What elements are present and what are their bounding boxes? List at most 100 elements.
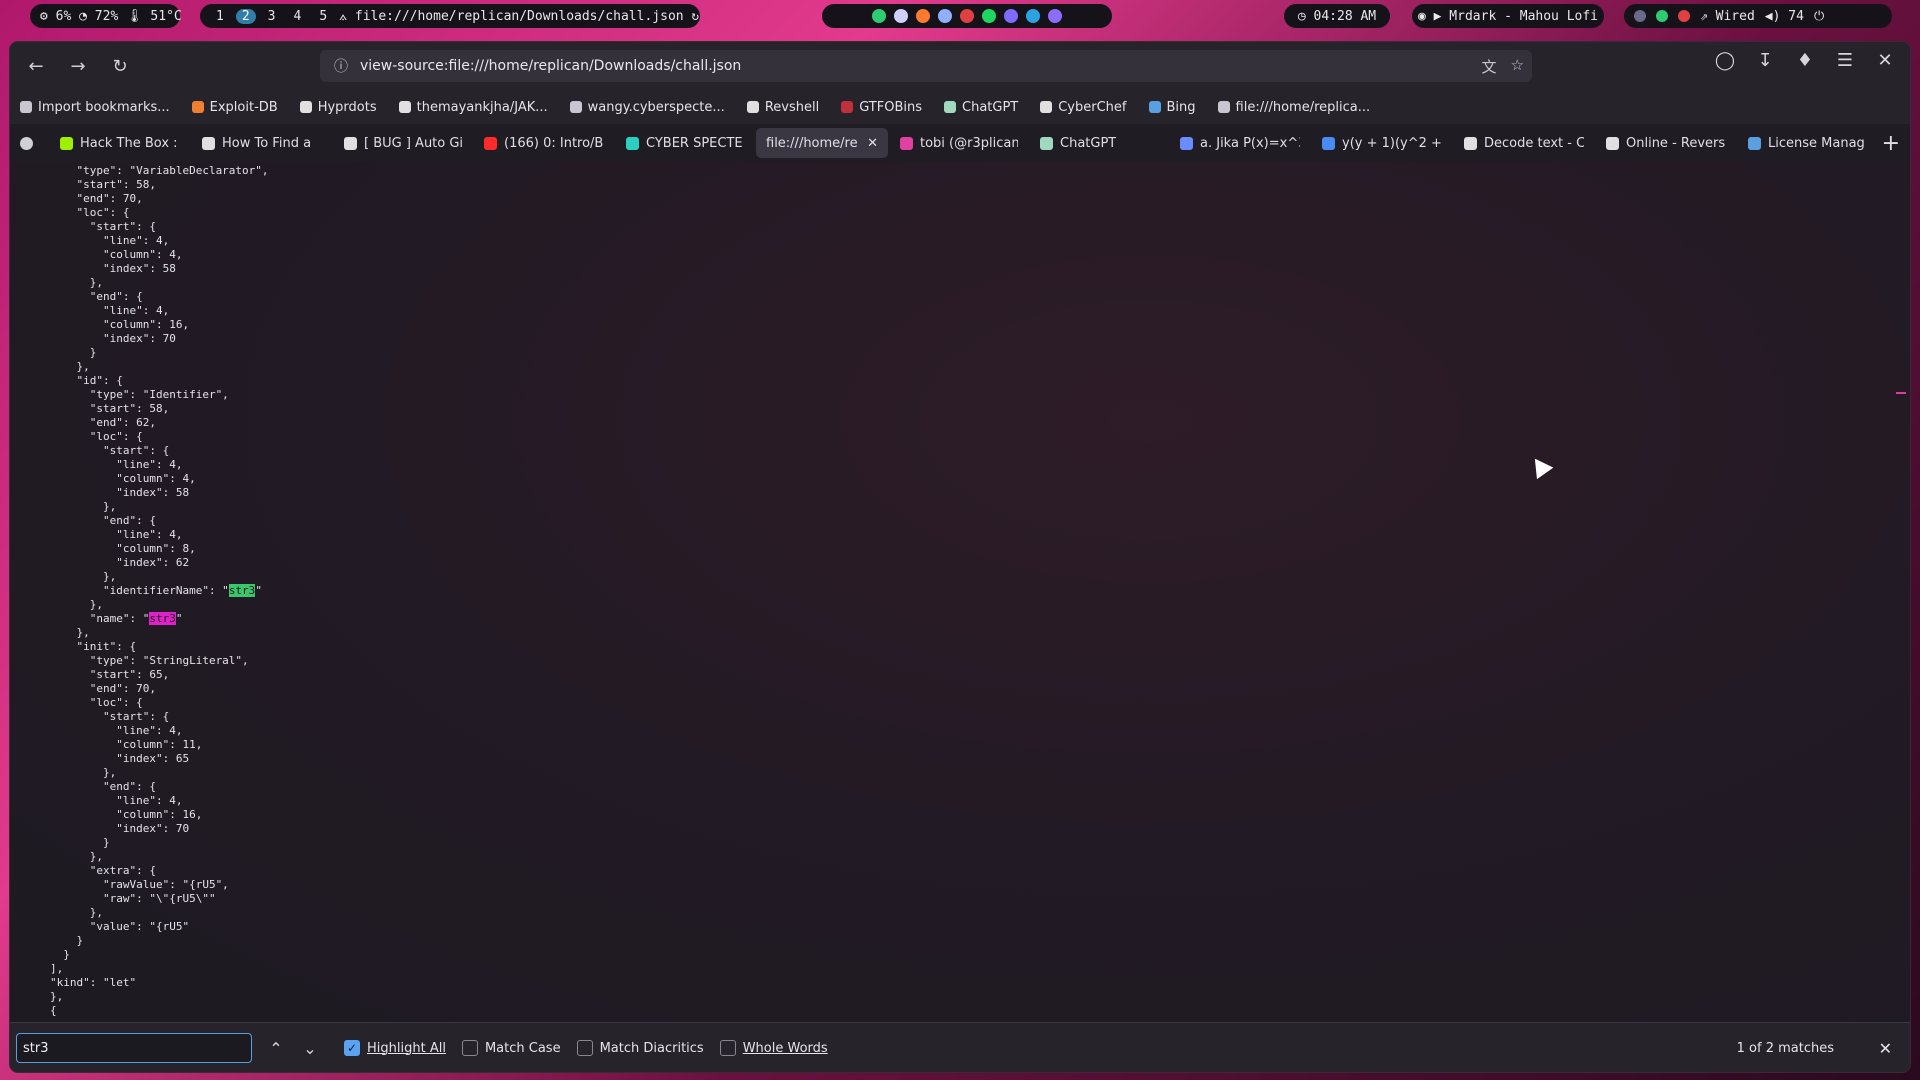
bookmark-label: ChatGPT bbox=[962, 99, 1019, 115]
tray-app-icon[interactable] bbox=[982, 9, 996, 23]
tab[interactable]: CYBER SPECTE bbox=[616, 128, 754, 158]
firefox-view-icon[interactable] bbox=[10, 128, 50, 158]
whole-words-checkbox[interactable]: Whole Words bbox=[719, 1040, 828, 1056]
bookmark-item[interactable]: file:///home/replica... bbox=[1217, 100, 1370, 115]
tab[interactable]: a. Jika P(x)=x^3 bbox=[1170, 128, 1310, 158]
code-line: "index": 65 bbox=[50, 752, 190, 765]
import-icon bbox=[20, 101, 32, 113]
workspace-1[interactable]: 1 bbox=[210, 9, 230, 24]
code-line: "init": { bbox=[50, 640, 137, 653]
bookmark-label: Exploit-DB bbox=[209, 99, 278, 115]
app-tray bbox=[822, 4, 1112, 28]
bookmark-item[interactable]: Revshell bbox=[746, 100, 819, 115]
forward-icon[interactable]: → bbox=[62, 50, 94, 82]
close-find-bar-icon[interactable]: ✕ bbox=[1879, 1039, 1892, 1058]
new-tab-icon[interactable]: + bbox=[1882, 131, 1900, 156]
power-icon[interactable]: ⏻ bbox=[1814, 9, 1824, 24]
code-line: "column": 16, bbox=[50, 318, 190, 331]
code-line: "end": { bbox=[50, 780, 156, 793]
match-case-checkbox[interactable]: Match Case bbox=[461, 1040, 561, 1056]
tray-app-icon[interactable] bbox=[1004, 9, 1018, 23]
url-bar[interactable]: ⓘ view-source:file:///home/replican/Down… bbox=[320, 50, 1532, 82]
code-line: }, bbox=[50, 500, 117, 513]
tray-app-icon[interactable] bbox=[960, 9, 974, 23]
tab[interactable]: tobi (@r3plican bbox=[890, 128, 1028, 158]
back-icon[interactable]: ← bbox=[20, 50, 52, 82]
code-line: "start": 65, bbox=[50, 668, 170, 681]
close-tab-icon[interactable]: ✕ bbox=[867, 136, 878, 151]
chatgpt-icon bbox=[944, 101, 956, 113]
tab[interactable]: [ BUG ] Auto Gi bbox=[334, 128, 472, 158]
code-line: "rawValue": "{rU5", bbox=[50, 878, 229, 891]
status-tray: ⇗ Wired ◀) 74 ⏻ bbox=[1624, 4, 1892, 28]
tab[interactable]: ChatGPT bbox=[1030, 128, 1168, 158]
bookmark-item[interactable]: Hyprdots bbox=[299, 99, 377, 115]
code-line: "type": "Identifier", bbox=[50, 388, 229, 401]
code-line: "start": { bbox=[50, 220, 156, 233]
notification-icon[interactable] bbox=[1678, 10, 1690, 22]
whole-words-label: Whole Words bbox=[742, 1040, 828, 1056]
bookmark-item[interactable]: Bing bbox=[1148, 100, 1196, 115]
bookmark-label: CyberChef bbox=[1058, 99, 1127, 115]
find-input[interactable] bbox=[16, 1033, 252, 1063]
workspace-2[interactable]: 2 bbox=[235, 8, 256, 24]
code-line: "index": 58 bbox=[50, 262, 176, 275]
tab[interactable]: (166) 0: Intro/B bbox=[474, 128, 614, 158]
code-line: "column": 4, bbox=[50, 472, 196, 485]
tab-label: ChatGPT bbox=[1060, 135, 1117, 151]
bookmark-item[interactable]: wangy.cyberspecte... bbox=[569, 100, 725, 115]
tab[interactable]: Hack The Box : bbox=[50, 128, 190, 158]
translate-icon[interactable]: 文 bbox=[1482, 56, 1497, 77]
find-next-icon[interactable]: ⌄ bbox=[296, 1039, 324, 1058]
whatsapp-icon[interactable] bbox=[1656, 10, 1668, 22]
code-line: }, bbox=[50, 570, 117, 583]
code-line: "column": 4, bbox=[50, 248, 183, 261]
bookmark-item[interactable]: Exploit-DB bbox=[191, 99, 278, 115]
tab[interactable]: y(y + 1)(y^2 + y bbox=[1312, 128, 1452, 158]
volume-status[interactable]: ◀) 74 bbox=[1765, 9, 1804, 24]
find-previous-icon[interactable]: ⌃ bbox=[262, 1039, 290, 1058]
tray-app-icon[interactable] bbox=[1026, 9, 1040, 23]
workspace-4[interactable]: 4 bbox=[287, 9, 307, 24]
match-diacritics-checkbox[interactable]: Match Diacritics bbox=[576, 1040, 704, 1056]
tray-app-icon[interactable] bbox=[894, 9, 908, 23]
bookmark-item[interactable]: themayankjha/JAK... bbox=[398, 100, 548, 115]
tab[interactable]: How To Find a bbox=[192, 128, 332, 158]
bookmark-star-icon[interactable]: ☆ bbox=[1511, 56, 1524, 77]
info-icon[interactable]: ⓘ bbox=[334, 56, 348, 76]
tray-app-icon[interactable] bbox=[916, 9, 930, 23]
tray-app-icon[interactable] bbox=[1048, 9, 1062, 23]
bookmark-item[interactable]: ChatGPT bbox=[944, 100, 1018, 115]
code-line: }, bbox=[50, 276, 103, 289]
bookmark-label: Hyprdots bbox=[317, 99, 377, 115]
tab[interactable]: Online - Revers bbox=[1596, 128, 1736, 158]
find-bar: ⌃ ⌄ ✓ Highlight All Match Case Match Dia… bbox=[10, 1022, 1910, 1072]
highlight-all-checkbox[interactable]: ✓ Highlight All bbox=[344, 1040, 446, 1056]
workspace-5[interactable]: 5 bbox=[313, 9, 333, 24]
tab-label: License Manag bbox=[1768, 135, 1865, 151]
code-line: "index": 58 bbox=[50, 486, 190, 499]
system-stats-text: ⚙ 6% ◔ 72% 🌡 51°C bbox=[40, 8, 182, 24]
network-status[interactable]: ⇗ Wired bbox=[1700, 9, 1755, 24]
bluetooth-icon[interactable] bbox=[1634, 10, 1646, 22]
reload-icon[interactable]: ↻ bbox=[104, 50, 136, 82]
tab-active[interactable]: file:///home/re ✕ bbox=[756, 128, 888, 158]
bookmark-item[interactable]: CyberChef bbox=[1040, 99, 1127, 115]
tray-app-icon[interactable] bbox=[872, 9, 886, 23]
download-icon[interactable]: ↧ bbox=[1754, 50, 1776, 71]
code-line: }, bbox=[50, 990, 64, 1003]
workspace-3[interactable]: 3 bbox=[262, 9, 282, 24]
music-player[interactable]: ◉ ▶ Mrdark - Mahou Lofi bbox=[1412, 4, 1604, 28]
checkbox-icon bbox=[461, 1040, 478, 1056]
tab[interactable]: License Manag bbox=[1738, 128, 1878, 158]
code-line: ], bbox=[50, 962, 64, 975]
tray-app-icon[interactable] bbox=[938, 9, 952, 23]
pocket-icon[interactable]: ◯ bbox=[1714, 50, 1736, 71]
checkbox-icon bbox=[576, 1040, 593, 1056]
tab[interactable]: Decode text - C bbox=[1454, 128, 1594, 158]
close-window-icon[interactable]: ✕ bbox=[1874, 50, 1896, 71]
bookmark-item[interactable]: Import bookmarks... bbox=[20, 100, 170, 115]
menu-icon[interactable]: ☰ bbox=[1834, 50, 1856, 71]
bookmark-item[interactable]: GTFOBins bbox=[841, 100, 922, 115]
extensions-icon[interactable]: ♦ bbox=[1794, 50, 1816, 71]
